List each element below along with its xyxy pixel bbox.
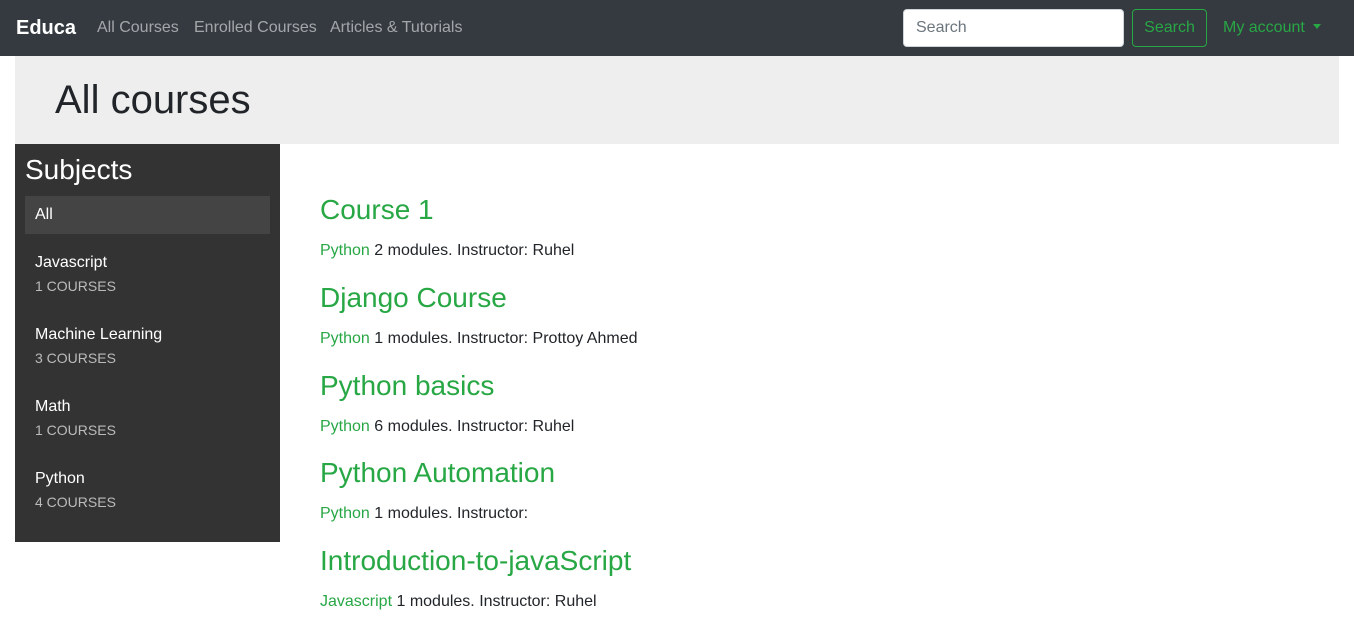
course-meta: Python 1 modules. Instructor: [320, 504, 555, 524]
subject-item-python[interactable]: Python 4 COURSES [25, 460, 270, 518]
search-input[interactable] [903, 9, 1124, 47]
course-item: Python basics Python 6 modules. Instruct… [320, 369, 574, 437]
course-details: 2 modules. Instructor: Ruhel [374, 242, 575, 259]
page-header: All courses [15, 56, 1339, 144]
nav-enrolled-courses[interactable]: Enrolled Courses [194, 18, 317, 38]
page-title: All courses [55, 78, 251, 122]
subject-count: 4 COURSES [35, 494, 116, 510]
course-item: Course 1 Python 2 modules. Instructor: R… [320, 193, 574, 261]
course-meta: Python 1 modules. Instructor: Prottoy Ah… [320, 329, 638, 349]
course-item: Introduction-to-javaScript Javascript 1 … [320, 544, 631, 612]
course-title-link[interactable]: Python Automation [320, 456, 555, 490]
course-subject-link[interactable]: Javascript [320, 593, 392, 610]
course-subject-link[interactable]: Python [320, 242, 370, 259]
subject-name: Machine Learning [35, 326, 163, 343]
course-title-link[interactable]: Introduction-to-javaScript [320, 544, 631, 578]
course-subject-link[interactable]: Python [320, 505, 370, 522]
course-details: 1 modules. Instructor: [374, 505, 529, 522]
my-account-dropdown[interactable]: My account [1223, 18, 1321, 38]
sidebar-title: Subjects [25, 154, 133, 185]
subject-name: Javascript [35, 254, 108, 271]
course-details: 1 modules. Instructor: Prottoy Ahmed [374, 330, 638, 347]
course-meta: Javascript 1 modules. Instructor: Ruhel [320, 592, 631, 612]
subjects-sidebar: Subjects All Javascript 1 COURSES Machin… [15, 144, 280, 542]
course-meta: Python 6 modules. Instructor: Ruhel [320, 417, 574, 437]
course-subject-link[interactable]: Python [320, 418, 370, 435]
brand-logo[interactable]: Educa [16, 15, 76, 41]
subject-item-machine-learning[interactable]: Machine Learning 3 COURSES [25, 316, 270, 374]
course-title-link[interactable]: Django Course [320, 281, 638, 315]
top-navbar: Educa All Courses Enrolled Courses Artic… [0, 0, 1354, 56]
my-account-label: My account [1223, 19, 1305, 36]
course-title-link[interactable]: Python basics [320, 369, 574, 403]
subject-item-math[interactable]: Math 1 COURSES [25, 388, 270, 446]
subject-count: 1 COURSES [35, 422, 116, 438]
course-item: Python Automation Python 1 modules. Inst… [320, 456, 555, 524]
subject-name: All [35, 206, 53, 223]
subject-count: 3 COURSES [35, 350, 116, 366]
course-meta: Python 2 modules. Instructor: Ruhel [320, 241, 574, 261]
caret-down-icon [1312, 24, 1321, 29]
subject-item-all[interactable]: All [25, 196, 270, 234]
course-subject-link[interactable]: Python [320, 330, 370, 347]
subject-count: 1 COURSES [35, 278, 116, 294]
course-item: Django Course Python 1 modules. Instruct… [320, 281, 638, 349]
search-button[interactable]: Search [1132, 9, 1207, 47]
course-details: 6 modules. Instructor: Ruhel [374, 418, 575, 435]
subject-item-javascript[interactable]: Javascript 1 COURSES [25, 244, 270, 302]
course-details: 1 modules. Instructor: Ruhel [396, 593, 597, 610]
subject-name: Python [35, 470, 85, 487]
nav-all-courses[interactable]: All Courses [97, 18, 179, 38]
course-title-link[interactable]: Course 1 [320, 193, 574, 227]
subject-name: Math [35, 398, 71, 415]
nav-articles-tutorials[interactable]: Articles & Tutorials [330, 18, 462, 38]
